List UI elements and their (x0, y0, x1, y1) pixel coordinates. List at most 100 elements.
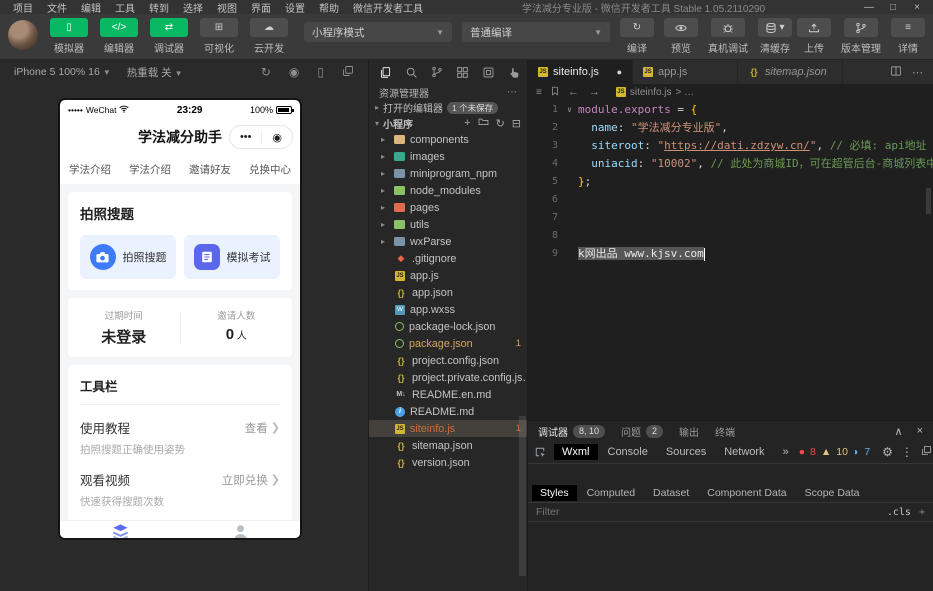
info-dot-icon[interactable]: ◗ (853, 446, 859, 458)
wechat-capsule[interactable]: ••• ◉ (229, 125, 293, 149)
devtools-tab[interactable]: Network (716, 444, 772, 460)
devtools-tab[interactable]: Wxml (554, 444, 598, 460)
device-select[interactable]: iPhone 5 100% 16 ▼ (14, 66, 111, 78)
breadcrumb-file[interactable]: siteinfo.js (630, 87, 672, 98)
branch-icon[interactable] (431, 66, 443, 78)
menu-item[interactable]: 微信开发者工具 (346, 0, 430, 15)
panel-tab[interactable]: Computed (579, 485, 643, 501)
tool-action[interactable]: 立即兑换 (222, 472, 268, 488)
warning-triangle-icon[interactable]: ▲ (821, 446, 831, 458)
upload-button[interactable]: 上传 (797, 18, 831, 55)
new-rule-icon[interactable]: + (919, 507, 925, 518)
file-row[interactable]: JS app.js (369, 267, 527, 284)
tabbar-item-person[interactable]: 我的 (180, 521, 300, 538)
branch-button[interactable]: 版本管理 (841, 18, 881, 55)
phone-outline-icon[interactable]: ▯ (317, 65, 324, 79)
toggle-swap-button[interactable]: ⇄ 调试器 (148, 18, 190, 55)
new-folder-icon[interactable] (478, 116, 489, 130)
toggle-code-button[interactable]: </> 编辑器 (98, 18, 140, 55)
devtools-tab[interactable]: » (775, 444, 797, 460)
hamburger-icon[interactable]: ≡ (536, 87, 542, 98)
compile-select[interactable]: 普通编译 ▼ (462, 22, 610, 42)
menu-item[interactable]: 文件 (40, 0, 74, 15)
menu-item[interactable]: 界面 (244, 0, 278, 15)
file-row[interactable]: M↓ README.en.md (369, 386, 527, 403)
layers-button[interactable]: ▾ 清缓存 (758, 18, 792, 55)
file-row[interactable]: package-lock.json (369, 318, 527, 335)
maximize-icon[interactable]: □ (881, 2, 905, 13)
toggle-phone-button[interactable]: ▯ 模拟器 (48, 18, 90, 55)
file-row[interactable]: {} project.config.json (369, 352, 527, 369)
bookmark-icon[interactable] (550, 86, 560, 99)
panel-tab[interactable]: Component Data (699, 485, 794, 501)
menu-item[interactable]: 帮助 (312, 0, 346, 15)
file-row[interactable]: {} version.json (369, 454, 527, 471)
phone-tab[interactable]: 兑换中心 (240, 162, 300, 177)
error-dot-icon[interactable]: ● (799, 446, 805, 458)
explorer-scrollbar[interactable] (519, 416, 526, 576)
panel-tab[interactable]: Styles (532, 485, 577, 501)
refresh-icon[interactable]: ↻ (496, 117, 505, 130)
close-icon[interactable]: × (905, 2, 929, 13)
inspect-element-icon[interactable] (534, 446, 546, 458)
refresh-icon[interactable]: ↻ (261, 65, 271, 79)
file-row[interactable]: {} sitemap.json (369, 437, 527, 454)
refresh-button[interactable]: ↻ 编译 (620, 18, 654, 55)
more-actions-icon[interactable]: ⋯ (912, 66, 923, 79)
more-dots-icon[interactable]: ••• (240, 131, 252, 143)
frame-icon[interactable] (482, 66, 495, 79)
folder-row[interactable]: ▸ images (369, 148, 527, 165)
extensions-icon[interactable] (456, 66, 469, 79)
menu-item[interactable]: 视图 (210, 0, 244, 15)
menu-item[interactable]: 转到 (142, 0, 176, 15)
toggle-cloud-button[interactable]: ☁ 云开发 (248, 18, 290, 55)
forward-icon[interactable]: → (589, 86, 600, 98)
toggle-grid-button[interactable]: ⊞ 可视化 (198, 18, 240, 55)
exam-button[interactable]: 模拟考试 (184, 235, 280, 279)
mode-select[interactable]: 小程序模式 ▼ (304, 22, 452, 42)
back-icon[interactable]: ← (568, 86, 579, 98)
record-icon[interactable]: ◉ (289, 65, 299, 79)
camera-button[interactable]: 拍照搜题 (80, 235, 176, 279)
styles-filter-input[interactable] (536, 506, 836, 518)
folder-row[interactable]: ▸ components (369, 131, 527, 148)
more-actions-icon[interactable]: ⋯ (507, 87, 517, 98)
kebab-menu-icon[interactable]: ⋮ (901, 445, 913, 459)
menu-item[interactable]: 项目 (6, 0, 40, 15)
devtools-tab[interactable]: Console (600, 444, 656, 460)
folder-row[interactable]: ▸ utils (369, 216, 527, 233)
eye-button[interactable]: 预览 (664, 18, 698, 55)
panel-tab[interactable]: Dataset (645, 485, 697, 501)
folder-row[interactable]: ▸ pages (369, 199, 527, 216)
file-row[interactable]: JS siteinfo.js 1 (369, 420, 527, 437)
menu-item[interactable]: 工具 (108, 0, 142, 15)
split-editor-icon[interactable] (890, 65, 902, 80)
collapse-all-icon[interactable]: ⊟ (512, 117, 521, 130)
file-row[interactable]: package.json 1 (369, 335, 527, 352)
new-file-icon[interactable]: + (464, 117, 470, 129)
console-tab[interactable]: 调试器 8, 10 (538, 424, 606, 439)
file-row[interactable]: i README.md (369, 403, 527, 420)
close-icon[interactable]: × (917, 425, 923, 438)
editor-tab[interactable]: JS app.js (633, 60, 738, 84)
collapse-icon[interactable]: ∧ (895, 425, 903, 438)
fold-arrow-icon[interactable]: ∨ (567, 105, 572, 114)
tool-row[interactable]: 使用教程 查看 ❯ (80, 418, 280, 437)
devtools-tab[interactable]: Sources (658, 444, 714, 460)
hot-reload-select[interactable]: 热重载 关 ▼ (127, 65, 183, 80)
folder-row[interactable]: ▸ miniprogram_npm (369, 165, 527, 182)
menu-button[interactable]: ≡ 详情 (891, 18, 925, 55)
panel-tab[interactable]: Scope Data (797, 485, 868, 501)
gear-icon[interactable]: ⚙ (882, 445, 893, 459)
menu-item[interactable]: 编辑 (74, 0, 108, 15)
files-icon[interactable] (379, 66, 392, 79)
code-editor[interactable]: 1 ∨ module.exports = {2 name: "学法减分专业版", 3 … (528, 100, 933, 420)
tabbar-item-home[interactable]: 首页 (60, 521, 180, 538)
close-circle-icon[interactable]: ◉ (272, 131, 282, 144)
breadcrumb-more[interactable]: > … (676, 87, 695, 98)
file-row[interactable]: {} app.json (369, 284, 527, 301)
file-row[interactable]: Wapp.wxss (369, 301, 527, 318)
tool-row[interactable]: 观看视频 立即兑换 ❯ (80, 470, 280, 489)
console-tab[interactable]: 终端 (715, 424, 735, 439)
dock-window-icon[interactable] (921, 445, 932, 459)
